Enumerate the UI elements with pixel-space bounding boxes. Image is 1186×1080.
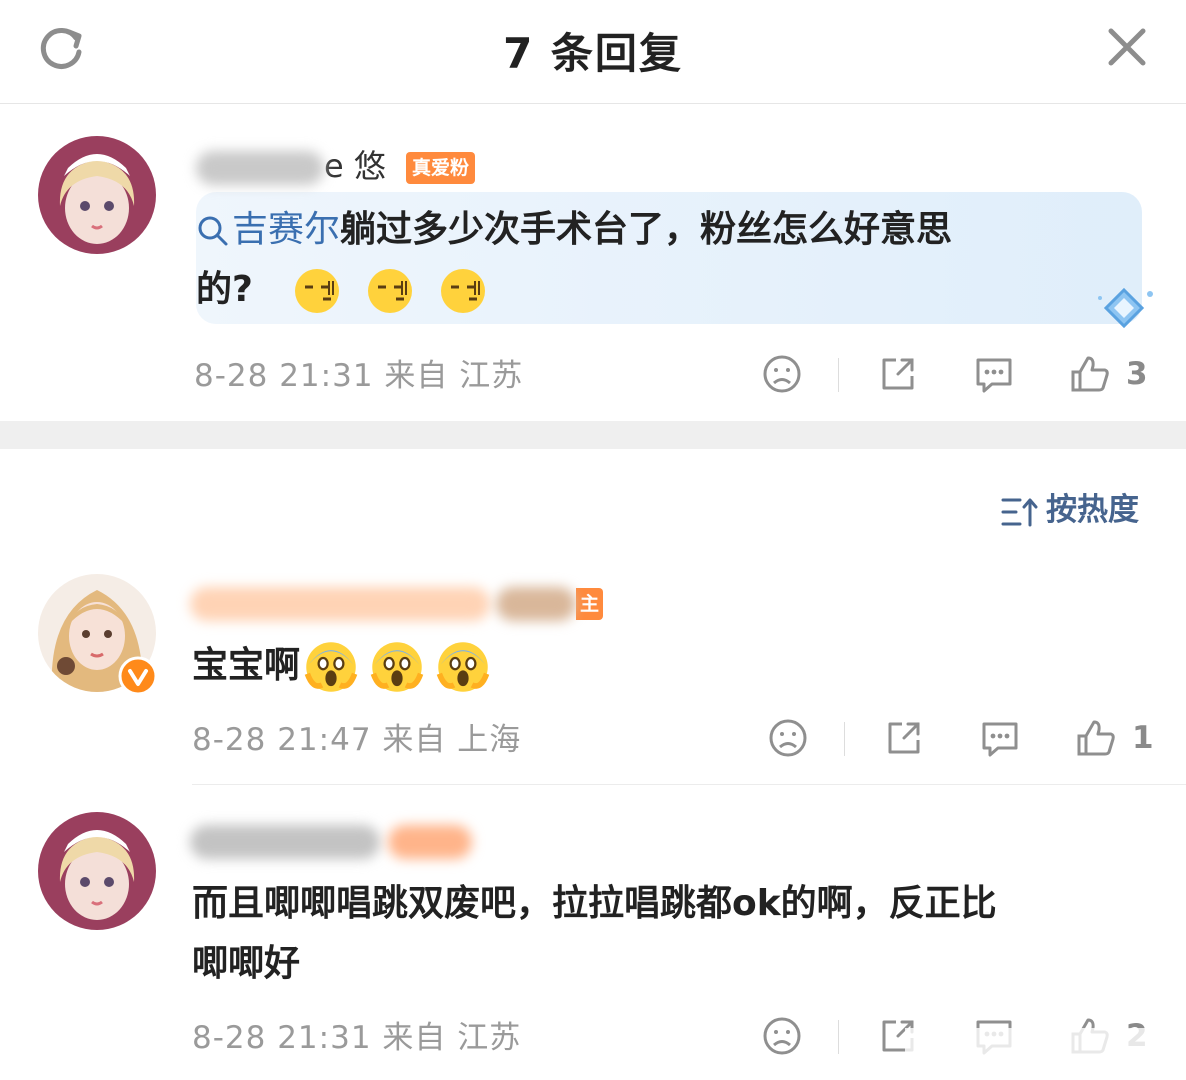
reply-text: 而且唧唧唱跳双废吧，拉拉唱跳都ok的啊，反正比 唧唧好 — [192, 883, 997, 984]
username-redacted — [496, 587, 576, 621]
like-count: 3 — [1126, 356, 1148, 392]
fan-badge[interactable]: 真爱粉 — [406, 152, 476, 184]
dislike-icon[interactable] — [760, 1014, 804, 1058]
share-icon[interactable] — [876, 352, 920, 396]
avatar[interactable] — [38, 136, 156, 254]
username[interactable] — [190, 818, 472, 862]
dislike-icon[interactable] — [766, 716, 810, 760]
page-title: 7 条回复 — [503, 29, 683, 78]
scream-emoji — [436, 642, 490, 692]
reply-meta: 8-28 21:47 来自 上海 — [192, 722, 522, 758]
comment-actions: 3 — [756, 352, 1156, 402]
reply-icon[interactable] — [972, 352, 1016, 396]
reply-icon[interactable] — [978, 716, 1022, 760]
smirk-emoji — [367, 269, 412, 313]
section-divider — [0, 421, 1186, 449]
fan-badge[interactable]: 主 — [576, 588, 604, 620]
action-divider — [844, 722, 845, 756]
verified-badge-icon — [118, 656, 158, 696]
username[interactable]: 主 — [190, 580, 604, 624]
share-icon[interactable] — [882, 716, 926, 760]
sort-icon — [1001, 498, 1038, 526]
comment-text: 吉赛尔躺过多少次手术台了，粉丝怎么好意思 的? — [196, 200, 1156, 320]
reply-actions: 1 — [762, 716, 1162, 766]
topic-link[interactable]: 吉赛尔 — [196, 209, 340, 250]
dislike-icon[interactable] — [760, 352, 804, 396]
sort-by-hot-button[interactable]: 按热度 — [1000, 490, 1139, 530]
smirk-emoji — [440, 269, 485, 313]
reply-header: 7 条回复 — [0, 0, 1186, 104]
username[interactable]: e 悠 真爱粉 — [196, 144, 476, 188]
watermark-overlay — [905, 1028, 1175, 1074]
username-redacted — [196, 151, 324, 185]
avatar[interactable] — [38, 812, 156, 930]
smirk-emoji — [295, 269, 340, 313]
scream-emoji — [304, 642, 358, 692]
action-divider — [838, 358, 839, 392]
reply-divider — [192, 784, 1186, 785]
like-icon[interactable] — [1074, 716, 1118, 760]
like-icon[interactable] — [1068, 352, 1112, 396]
scream-emoji — [370, 642, 424, 692]
close-icon[interactable] — [1104, 24, 1150, 70]
username-redacted — [190, 587, 490, 621]
like-count: 1 — [1132, 720, 1154, 756]
action-divider — [838, 1020, 839, 1054]
username-redacted — [190, 825, 380, 859]
diamond-sticker-icon — [1098, 287, 1153, 329]
search-icon — [198, 216, 228, 246]
badge-redacted — [388, 825, 472, 859]
reply-text: 宝宝啊 — [192, 636, 1092, 696]
comment-meta: 8-28 21:31 来自 江苏 — [194, 358, 524, 394]
reply-meta: 8-28 21:31 来自 江苏 — [192, 1020, 522, 1056]
